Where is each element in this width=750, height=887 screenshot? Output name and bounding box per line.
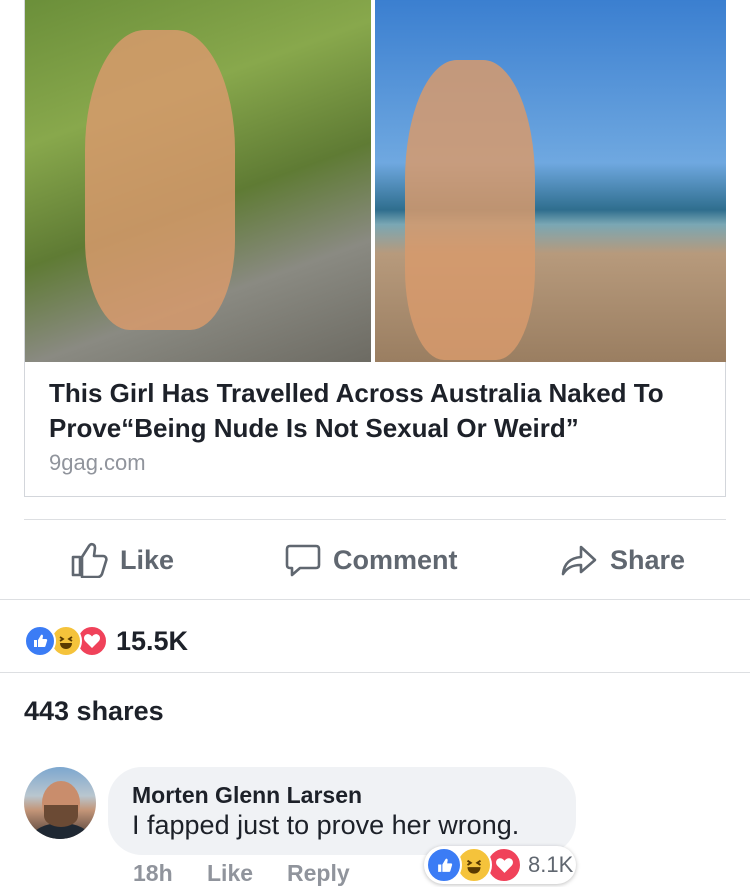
share-arrow-icon — [561, 545, 597, 576]
divider — [24, 519, 726, 520]
link-image-left[interactable] — [25, 0, 371, 362]
like-button[interactable]: Like — [70, 536, 174, 584]
like-label: Like — [120, 544, 175, 575]
link-image-right[interactable] — [375, 0, 726, 362]
avatar-beard — [44, 805, 78, 827]
share-label: Share — [610, 544, 686, 575]
comment-label: Comment — [333, 544, 458, 575]
share-button[interactable]: Share — [560, 536, 685, 584]
shares-count[interactable]: 443 shares — [24, 696, 164, 727]
link-title[interactable]: This Girl Has Travelled Across Australia… — [49, 376, 699, 446]
image-figure — [405, 60, 535, 360]
image-figure — [85, 30, 235, 330]
comment-reply-link[interactable]: Reply — [287, 860, 350, 887]
comment-icon — [285, 544, 321, 577]
like-icon — [24, 625, 56, 657]
comment-reactions[interactable]: 8.1K — [424, 846, 576, 884]
comment-bubble[interactable]: Morten Glenn Larsen I fapped just to pro… — [108, 767, 576, 855]
link-preview-card[interactable]: This Girl Has Travelled Across Australia… — [24, 0, 726, 497]
reaction-count: 15.5K — [116, 625, 189, 656]
comment-author[interactable]: Morten Glenn Larsen — [132, 782, 362, 809]
divider — [0, 599, 750, 600]
comment-like-link[interactable]: Like — [207, 860, 253, 887]
comment-button[interactable]: Comment — [285, 536, 458, 584]
comment-reaction-count: 8.1K — [528, 852, 574, 877]
avatar[interactable] — [24, 767, 96, 839]
comment-text: I fapped just to prove her wrong. — [132, 810, 520, 840]
reactions-summary[interactable]: 15.5K — [24, 624, 188, 658]
comment-time[interactable]: 18h — [133, 860, 173, 887]
link-text-block[interactable]: This Girl Has Travelled Across Australia… — [49, 376, 699, 479]
link-domain: 9gag.com — [49, 450, 146, 475]
divider — [0, 672, 750, 673]
like-icon — [426, 847, 462, 883]
thumbs-up-icon — [71, 542, 108, 578]
